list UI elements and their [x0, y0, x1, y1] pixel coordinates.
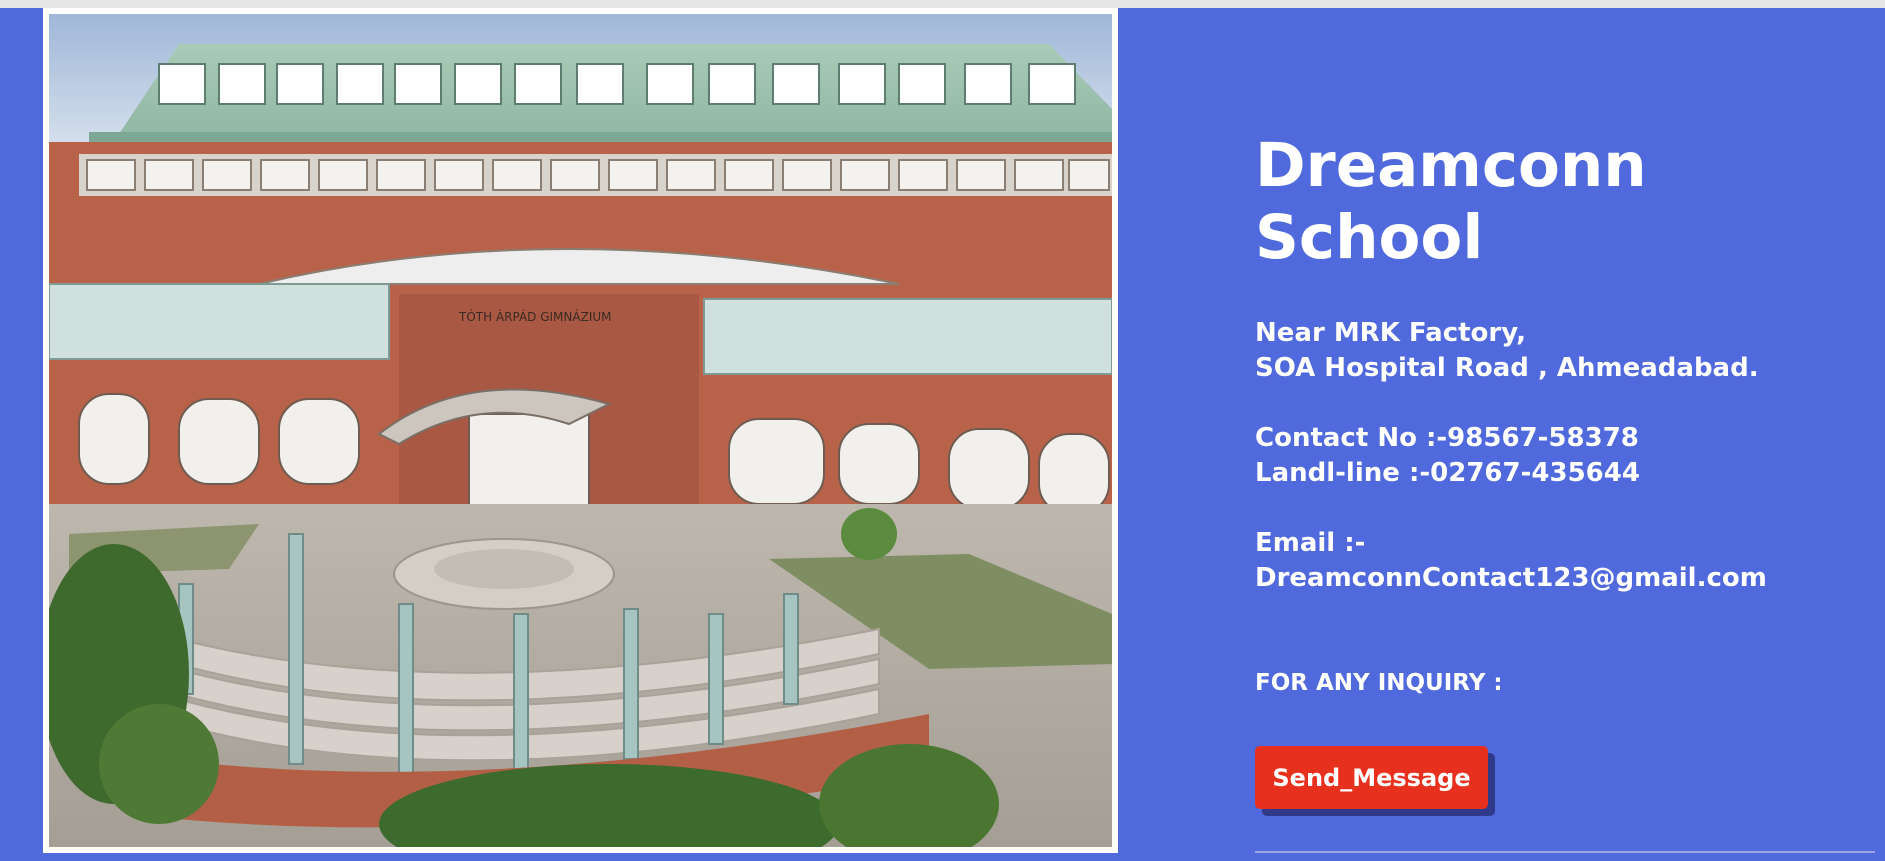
- contact-phone: Contact No :-98567-58378: [1255, 423, 1639, 453]
- address-line1: Near MRK Factory,: [1255, 318, 1527, 348]
- address-line2: SOA Hospital Road , Ahmeadabad.: [1255, 353, 1759, 383]
- email-address[interactable]: DreamconnContact123@gmail.com: [1255, 561, 1875, 596]
- school-photo: TÓTH ÁRPÁD GIMNÁZIUM: [49, 14, 1112, 847]
- contact-info-panel: Dreamconn School Near MRK Factory, SOA H…: [1255, 130, 1875, 701]
- school-title: Dreamconn School: [1255, 130, 1875, 274]
- contact-landline: Landl-line :-02767-435644: [1255, 458, 1640, 488]
- school-title-line1: Dreamconn: [1255, 130, 1647, 201]
- divider-line: [1255, 851, 1875, 853]
- school-title-line2: School: [1255, 202, 1484, 273]
- school-photo-frame: TÓTH ÁRPÁD GIMNÁZIUM: [43, 8, 1118, 853]
- inquiry-heading: FOR ANY INQUIRY :: [1255, 670, 1503, 696]
- top-bar: [0, 0, 1885, 8]
- email-label: Email :-: [1255, 528, 1366, 558]
- send-message-button[interactable]: Send_Message: [1255, 746, 1488, 809]
- building-sign: TÓTH ÁRPÁD GIMNÁZIUM: [458, 309, 612, 324]
